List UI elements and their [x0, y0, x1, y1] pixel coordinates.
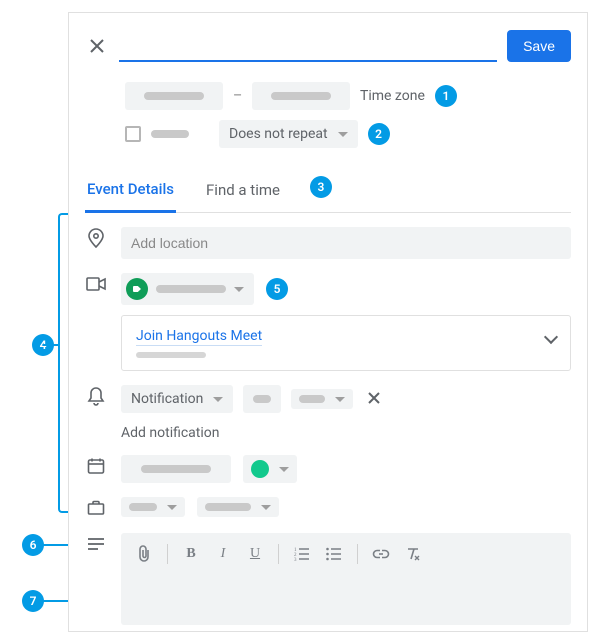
location-input[interactable]: [121, 227, 571, 259]
callout-5: 5: [266, 278, 288, 300]
briefcase-icon: [85, 497, 107, 519]
callout-6: 6: [22, 534, 44, 556]
availability-dropdown[interactable]: [121, 497, 185, 517]
calendar-icon: [85, 455, 107, 477]
toolbar-separator: [278, 544, 279, 564]
close-button[interactable]: [85, 34, 109, 58]
notification-type-dropdown[interactable]: Notification: [121, 385, 233, 413]
bell-icon: [85, 385, 107, 407]
notification-value-field[interactable]: [243, 385, 281, 413]
allday-checkbox[interactable]: [125, 126, 141, 142]
timezone-label[interactable]: Time zone: [360, 88, 425, 104]
start-date-field[interactable]: [125, 82, 223, 110]
save-button[interactable]: Save: [507, 30, 571, 62]
chevron-down-icon: [234, 287, 244, 292]
tab-find-a-time[interactable]: Find a time: [204, 171, 282, 211]
conferencing-dropdown[interactable]: [121, 273, 254, 305]
callout-2: 2: [368, 123, 390, 145]
location-icon: [85, 227, 107, 249]
toolbar-separator: [357, 544, 358, 564]
insert-link-button[interactable]: [368, 541, 394, 567]
event-details-section: 5 Join Hangouts Meet: [85, 227, 571, 625]
underline-button[interactable]: U: [242, 541, 268, 567]
description-field[interactable]: B I U 123: [121, 533, 571, 625]
chevron-down-icon: [279, 467, 289, 472]
video-icon: [85, 273, 107, 295]
allday-repeat-row: Does not repeat 2: [85, 120, 571, 148]
chevron-down-icon: [335, 397, 345, 402]
italic-button[interactable]: I: [210, 541, 236, 567]
bold-button[interactable]: B: [178, 541, 204, 567]
notification-unit-dropdown[interactable]: [291, 389, 353, 409]
join-conference-link[interactable]: Join Hangouts Meet: [136, 328, 262, 346]
chevron-down-icon: [213, 397, 223, 402]
chevron-down-icon: [544, 330, 558, 344]
calendar-dropdown[interactable]: [121, 455, 231, 483]
date-row: – Time zone 1: [85, 82, 571, 110]
visibility-dropdown[interactable]: [197, 497, 279, 517]
toolbar-separator: [167, 544, 168, 564]
end-date-field[interactable]: [252, 82, 350, 110]
callout-4-bracket: [58, 213, 68, 513]
repeat-dropdown[interactable]: Does not repeat: [219, 120, 358, 148]
svg-text:3: 3: [294, 558, 297, 561]
callout-3: 3: [310, 176, 332, 198]
bulleted-list-button[interactable]: [321, 541, 347, 567]
callout-7: 7: [22, 590, 44, 612]
description-toolbar: B I U 123: [121, 533, 571, 575]
repeat-dropdown-label: Does not repeat: [229, 126, 328, 142]
tab-event-details[interactable]: Event Details: [85, 170, 176, 213]
numbered-list-button[interactable]: 123: [289, 541, 315, 567]
clear-formatting-button[interactable]: [400, 541, 426, 567]
attach-file-button[interactable]: [131, 541, 157, 567]
chevron-down-icon: [167, 505, 177, 510]
tabs: Event Details Find a time 3: [85, 170, 571, 213]
date-separator: –: [233, 88, 242, 104]
event-edit-panel: Save – Time zone 1 Does not repeat 2 Eve…: [68, 12, 588, 632]
remove-notification-button[interactable]: [363, 389, 385, 410]
callout-4-connector: [43, 344, 58, 346]
hangouts-meet-icon: [126, 278, 148, 300]
join-conference-card[interactable]: Join Hangouts Meet: [121, 315, 571, 371]
event-color-swatch: [251, 460, 269, 478]
description-icon: [85, 533, 107, 555]
callout-1: 1: [435, 85, 457, 107]
panel-header: Save: [85, 25, 571, 72]
event-title-input[interactable]: [119, 29, 497, 62]
add-notification-button[interactable]: Add notification: [121, 425, 571, 441]
color-dropdown[interactable]: [243, 455, 297, 483]
chevron-down-icon: [261, 505, 271, 510]
chevron-down-icon: [338, 132, 348, 137]
allday-label-placeholder: [151, 130, 189, 138]
notification-type-label: Notification: [131, 391, 203, 407]
